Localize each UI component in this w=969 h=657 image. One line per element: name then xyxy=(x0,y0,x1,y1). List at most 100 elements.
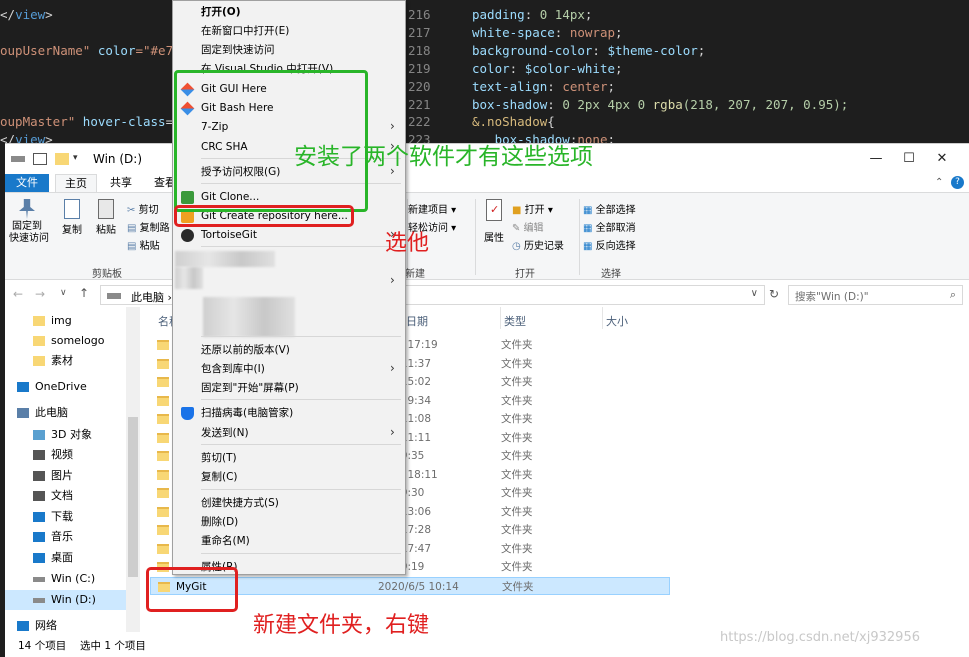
select-none-button[interactable]: ▦ 全部取消 xyxy=(583,219,636,234)
minimize-button[interactable]: — xyxy=(861,150,891,168)
annotation-red-select: 选他 xyxy=(385,231,430,256)
open-button[interactable]: ■ 打开 ▾ xyxy=(512,201,553,216)
column-header-date[interactable]: 日期 xyxy=(406,313,428,329)
maximize-button[interactable]: ☐ xyxy=(894,150,924,168)
refresh-icon[interactable]: ↻ xyxy=(769,287,779,301)
menu-item[interactable]: 在新窗口中打开(E) xyxy=(201,22,289,41)
up-icon[interactable]: ↑ xyxy=(79,286,89,300)
sidebar-item-somelogo[interactable]: somelogo xyxy=(33,331,104,351)
code-token: oupMaster" xyxy=(0,114,83,130)
pin-quick-access-button[interactable]: 固定到 快速访问 xyxy=(9,199,49,245)
sidebar-item-[interactable]: 下载 xyxy=(33,507,73,527)
3d-icon xyxy=(33,430,45,440)
customize-quick-access-icon[interactable]: ▾ xyxy=(73,153,81,165)
menu-item[interactable]: 还原以前的版本(V) xyxy=(201,341,290,360)
sidebar-item-[interactable]: 此电脑 xyxy=(17,403,68,423)
properties-button[interactable]: ✓ 属性 xyxy=(481,199,507,244)
back-icon[interactable]: ← xyxy=(13,287,23,301)
menu-item[interactable]: 固定到"开始"屏幕(P) xyxy=(201,379,299,398)
new-folder-quick-icon[interactable] xyxy=(55,153,69,165)
menu-item[interactable]: 打开(O) xyxy=(201,3,241,22)
line-number: 216 xyxy=(408,7,431,22)
drive-icon xyxy=(33,597,45,603)
select-group-label: 选择 xyxy=(601,269,621,280)
open-group-label: 打开 xyxy=(515,269,535,280)
selected-count: 选中 1 个项目 xyxy=(80,640,146,652)
nav-scrollbar-thumb[interactable] xyxy=(128,417,138,577)
file-type: 文件夹 xyxy=(501,505,533,518)
copy-path-label: 复制路 xyxy=(139,223,170,234)
code-token: : xyxy=(554,24,570,40)
sidebar-item-[interactable]: 图片 xyxy=(33,466,73,486)
sidebar-item-label: 此电脑 xyxy=(35,406,68,419)
menu-item[interactable]: 删除(D) xyxy=(201,513,238,532)
blurred-region xyxy=(175,267,203,289)
sidebar-item-onedrive[interactable]: OneDrive xyxy=(17,377,87,397)
navigation-pane: img somelogo 素材 OneDrive 此电脑 3D 对象 视频 图片 文档 下载 音乐桌… xyxy=(5,307,140,632)
sidebar-item-[interactable]: 素材 xyxy=(33,351,73,371)
sidebar-item-win-d[interactable]: Win (D:) xyxy=(5,590,126,610)
menu-item[interactable]: 包含到库中(I) xyxy=(201,360,265,379)
cut-button[interactable]: ✂ 剪切 xyxy=(127,201,159,216)
sidebar-item-[interactable]: 文档 xyxy=(33,486,73,506)
network-icon xyxy=(17,621,29,631)
column-divider[interactable] xyxy=(500,307,501,329)
annotation-red-box-mygit xyxy=(146,567,238,612)
tab-home[interactable]: 主页 xyxy=(55,174,97,192)
tortoisegit-icon xyxy=(181,229,194,242)
nav-scrollbar[interactable] xyxy=(126,307,140,632)
tab-share[interactable]: 共享 xyxy=(101,174,141,192)
code-token: 0 2px 4px 0 xyxy=(562,96,653,112)
code-token: rgba xyxy=(652,96,683,112)
code-token: : xyxy=(547,96,563,112)
menu-item[interactable]: TortoiseGit xyxy=(201,226,257,245)
close-button[interactable]: ✕ xyxy=(927,150,957,168)
menu-item[interactable]: 剪切(T) xyxy=(201,449,237,468)
history-button[interactable]: ◷ 历史记录 xyxy=(512,237,564,252)
sidebar-item-[interactable]: 桌面 xyxy=(33,548,73,568)
paste-button[interactable]: 粘贴 xyxy=(93,199,119,236)
file-type: 文件夹 xyxy=(502,581,534,593)
menu-item[interactable]: 扫描病毒(电脑管家) xyxy=(201,404,293,423)
column-divider[interactable] xyxy=(602,307,603,329)
column-header-size[interactable]: 大小 xyxy=(606,313,628,329)
new-item-label: 新建项目 ▾ xyxy=(408,205,457,216)
help-icon[interactable]: ? xyxy=(951,176,964,189)
search-input[interactable]: 搜索"Win (D:)" ⌕ xyxy=(788,285,963,305)
tab-file[interactable]: 文件 xyxy=(5,174,49,192)
address-dropdown-icon[interactable]: ∨ xyxy=(751,288,758,299)
menu-item[interactable]: 重命名(M) xyxy=(201,532,250,551)
select-none-icon: ▦ xyxy=(583,223,596,234)
menu-separator xyxy=(201,399,401,400)
invert-selection-button[interactable]: ▦ 反向选择 xyxy=(583,237,636,252)
sidebar-item-3d[interactable]: 3D 对象 xyxy=(33,425,92,445)
sidebar-item-[interactable]: 视频 xyxy=(33,445,73,465)
download-icon xyxy=(33,512,45,522)
sidebar-item-img[interactable]: img xyxy=(33,311,72,331)
file-type: 文件夹 xyxy=(501,524,533,536)
paste-shortcut-label: 粘贴 xyxy=(139,241,160,252)
menu-item[interactable]: 发送到(N) xyxy=(201,424,249,443)
chevron-right-icon: › xyxy=(390,361,395,375)
column-header-type[interactable]: 类型 xyxy=(504,313,526,329)
menu-item[interactable]: 固定到快速访问 xyxy=(201,41,275,60)
copy-path-button[interactable]: ▤ 复制路 xyxy=(127,219,170,234)
menu-item[interactable]: 复制(C) xyxy=(201,468,238,487)
code-token: : xyxy=(509,60,525,76)
folder-icon xyxy=(157,395,169,406)
search-placeholder: 搜索"Win (D:)" xyxy=(795,291,869,303)
recent-locations-icon[interactable]: ∨ xyxy=(60,288,67,298)
file-type: 文件夹 xyxy=(501,431,533,444)
collapse-ribbon-icon[interactable]: ⌃ xyxy=(935,177,943,188)
select-all-button[interactable]: ▦ 全部选择 xyxy=(583,201,636,216)
copy-button[interactable]: 复制 xyxy=(59,199,85,236)
menu-item[interactable]: 创建快捷方式(S) xyxy=(201,494,279,513)
sidebar-item-win-c[interactable]: Win (C:) xyxy=(33,569,95,589)
file-type: 文件夹 xyxy=(501,394,533,407)
properties-quick-icon[interactable] xyxy=(33,153,47,165)
edit-button[interactable]: ✎ 编辑 xyxy=(512,219,544,234)
sidebar-item-[interactable]: 音乐 xyxy=(33,527,73,547)
forward-icon[interactable]: → xyxy=(35,287,45,301)
paste-shortcut-button[interactable]: ▤ 粘贴 xyxy=(127,237,160,252)
new-item-button[interactable]: 新建项目 ▾ xyxy=(408,201,456,216)
